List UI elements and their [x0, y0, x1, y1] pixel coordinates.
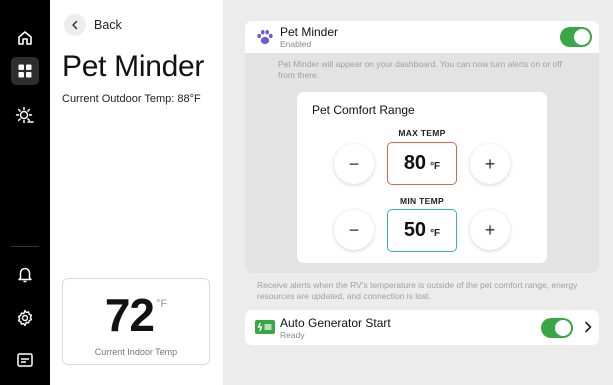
- pet-minder-toggle[interactable]: [560, 27, 592, 47]
- pet-minder-description: Pet Minder will appear on your dashboard…: [278, 59, 562, 80]
- pet-minder-name: Pet Minder: [280, 25, 339, 39]
- bell-icon[interactable]: [11, 260, 39, 288]
- page-title: Pet Minder: [62, 50, 205, 83]
- generator-status: Ready: [280, 330, 305, 340]
- generator-toggle[interactable]: [541, 318, 573, 338]
- min-temp-label: MIN TEMP: [400, 196, 444, 206]
- min-temp-decrease-button[interactable]: −: [334, 210, 374, 250]
- indoor-temp-card: 72 °F Current Indoor Temp: [62, 278, 210, 365]
- back-button[interactable]: Back: [64, 14, 122, 36]
- comfort-range-title: Pet Comfort Range: [312, 103, 415, 117]
- outdoor-temp-text: Current Outdoor Temp: 88°F: [62, 93, 201, 105]
- indoor-temp-value: 72: [104, 289, 155, 341]
- max-temp-display[interactable]: 80 °F: [387, 142, 457, 185]
- gear-icon[interactable]: [11, 304, 39, 332]
- back-label: Back: [94, 18, 122, 32]
- alert-description: Receive alerts when the RV's temperature…: [257, 280, 578, 301]
- auto-generator-start-row[interactable]: Auto Generator Start Ready: [245, 310, 599, 345]
- paw-icon: [257, 29, 273, 45]
- indoor-temp-label: Current Indoor Temp: [94, 347, 178, 357]
- pet-minder-card: Pet Minder Enabled Pet Minder will appea…: [245, 21, 599, 273]
- generator-icon: [255, 320, 275, 334]
- pet-comfort-range-panel: Pet Comfort Range MAX TEMP − 80 °F + MIN…: [297, 92, 547, 263]
- home-icon[interactable]: [11, 24, 39, 52]
- display-panel-icon[interactable]: [11, 346, 39, 374]
- max-temp-value: 80: [403, 152, 427, 174]
- max-temp-decrease-button[interactable]: −: [334, 144, 374, 184]
- pet-minder-header: Pet Minder Enabled: [245, 21, 599, 53]
- left-panel: Back Pet Minder Current Outdoor Temp: 88…: [50, 0, 223, 385]
- chevron-left-icon: [64, 14, 86, 36]
- min-temp-value: 50: [403, 219, 427, 241]
- chevron-right-icon: [585, 321, 592, 333]
- min-temp-unit: °F: [430, 228, 441, 239]
- sun-weather-icon[interactable]: [11, 101, 39, 129]
- max-temp-increase-button[interactable]: +: [470, 144, 510, 184]
- generator-name: Auto Generator Start: [280, 316, 391, 330]
- rail-divider: [11, 246, 39, 247]
- dashboard-grid-icon[interactable]: [11, 57, 39, 85]
- min-temp-increase-button[interactable]: +: [470, 210, 510, 250]
- indoor-temp-unit: °F: [156, 298, 168, 310]
- nav-rail: [0, 0, 50, 385]
- max-temp-unit: °F: [430, 161, 441, 172]
- max-temp-label: MAX TEMP: [398, 128, 446, 138]
- pet-minder-status: Enabled: [280, 39, 312, 49]
- min-temp-display[interactable]: 50 °F: [387, 209, 457, 252]
